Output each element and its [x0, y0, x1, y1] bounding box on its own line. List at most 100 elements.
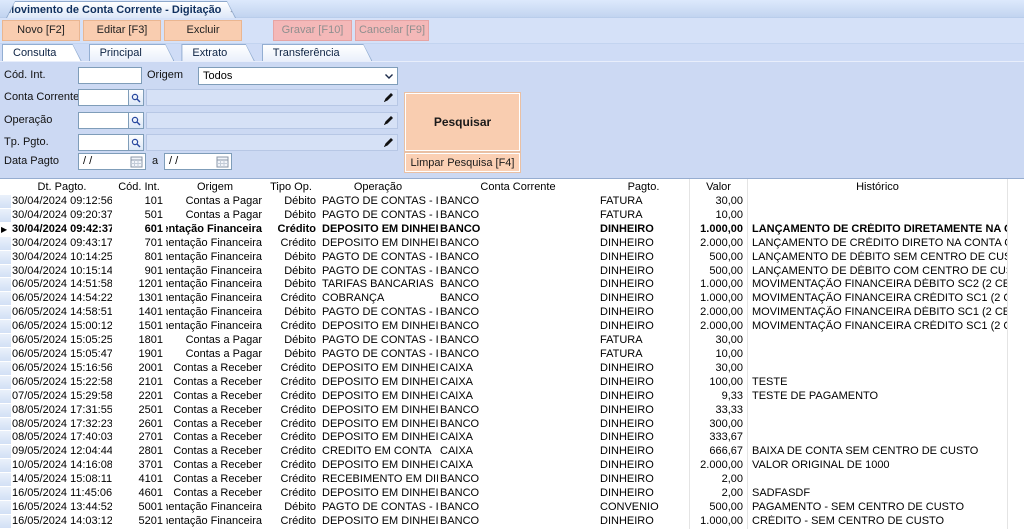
- row-selector[interactable]: [0, 515, 12, 529]
- row-selector[interactable]: [0, 418, 12, 432]
- tab-transferencia[interactable]: Transferência: [262, 44, 373, 61]
- grid-row[interactable]: 06/05/2024 15:00:121501Movimentação Fina…: [0, 320, 1024, 334]
- pencil-icon[interactable]: [382, 115, 394, 127]
- row-selector[interactable]: [0, 376, 12, 390]
- editar-button[interactable]: Editar [F3]: [83, 20, 161, 41]
- grid-cell-origem: Movimentação Financeira: [166, 278, 264, 292]
- grid-row[interactable]: 06/05/2024 15:05:471901Contas a PagarDéb…: [0, 348, 1024, 362]
- row-selector[interactable]: [0, 487, 12, 501]
- row-selector[interactable]: [0, 404, 12, 418]
- grid-row[interactable]: 06/05/2024 14:51:581201Movimentação Fina…: [0, 278, 1024, 292]
- calendar-icon[interactable]: [216, 155, 229, 168]
- grid-header-selector: [0, 179, 12, 195]
- grid-cell-tipo: Crédito: [264, 237, 318, 251]
- row-selector[interactable]: [0, 265, 12, 279]
- grid-row[interactable]: 30/04/2024 09:12:56101Contas a PagarDébi…: [0, 195, 1024, 209]
- grid-row[interactable]: 16/05/2024 14:03:125201Movimentação Fina…: [0, 515, 1024, 529]
- excluir-button[interactable]: Excluir: [164, 20, 242, 41]
- pesquisar-button[interactable]: Pesquisar: [405, 93, 520, 151]
- grid-cell-operacao: DEPOSITO EM DINHEIRO: [318, 376, 438, 390]
- data-pagto-from-input[interactable]: / /: [78, 153, 146, 170]
- row-selector[interactable]: [0, 292, 12, 306]
- row-selector[interactable]: [0, 473, 12, 487]
- grid-header-pagto[interactable]: Pagto.: [598, 179, 690, 195]
- row-selector[interactable]: [0, 195, 12, 209]
- grid-cell-operacao: RECEBIMENTO EM DINHEIRO: [318, 473, 438, 487]
- row-selector[interactable]: [0, 334, 12, 348]
- grid-header-cod[interactable]: Cód. Int.: [112, 179, 166, 195]
- tab-consulta[interactable]: Consulta: [2, 44, 82, 61]
- grid-row[interactable]: 06/05/2024 14:54:221301Movimentação Fina…: [0, 292, 1024, 306]
- grid-row[interactable]: 06/05/2024 15:22:582101Contas a ReceberC…: [0, 376, 1024, 390]
- grid-row[interactable]: ▶30/04/2024 09:42:37601Movimentação Fina…: [0, 223, 1024, 237]
- grid-header-conta[interactable]: Conta Corrente: [438, 179, 598, 195]
- row-selector[interactable]: [0, 459, 12, 473]
- grid-row[interactable]: 08/05/2024 17:31:552501Contas a ReceberC…: [0, 404, 1024, 418]
- limpar-pesquisa-button[interactable]: Limpar Pesquisa [F4]: [405, 153, 520, 172]
- tp-pgto-lookup-button[interactable]: [129, 134, 144, 151]
- grid-cell-conta: BANCO: [438, 515, 598, 529]
- row-selector[interactable]: [0, 278, 12, 292]
- grid-header-valor[interactable]: Valor: [690, 179, 748, 195]
- date-range-separator: a: [152, 153, 158, 170]
- grid-row[interactable]: 30/04/2024 09:43:17701Movimentação Finan…: [0, 237, 1024, 251]
- grid-header-historico[interactable]: Histórico: [748, 179, 1008, 195]
- grid-header-tipo[interactable]: Tipo Op.: [264, 179, 318, 195]
- row-selector[interactable]: [0, 251, 12, 265]
- date-from-value: / /: [83, 155, 92, 167]
- row-selector[interactable]: [0, 320, 12, 334]
- grid-cell-valor: 10,00: [690, 348, 748, 362]
- row-selector[interactable]: [0, 237, 12, 251]
- grid-cell-tipo: Débito: [264, 348, 318, 362]
- tab-principal[interactable]: Principal: [89, 44, 175, 61]
- row-selector[interactable]: [0, 306, 12, 320]
- row-selector[interactable]: [0, 390, 12, 404]
- tp-pgto-input[interactable]: [78, 134, 129, 151]
- operacao-input[interactable]: [78, 112, 129, 129]
- row-selector[interactable]: [0, 209, 12, 223]
- operacao-display: [146, 112, 398, 129]
- grid-row[interactable]: 16/05/2024 13:44:525001Movimentação Fina…: [0, 501, 1024, 515]
- row-selector[interactable]: [0, 431, 12, 445]
- grid-cell-cod: 801: [112, 251, 166, 265]
- grid-cell-dt: 08/05/2024 17:40:03: [12, 431, 112, 445]
- row-selector[interactable]: ▶: [0, 223, 12, 237]
- tab-extrato[interactable]: Extrato: [181, 44, 254, 61]
- grid-row[interactable]: 30/04/2024 09:20:37501Contas a PagarDébi…: [0, 209, 1024, 223]
- origem-select[interactable]: Todos: [198, 67, 398, 85]
- data-pagto-to-input[interactable]: / /: [164, 153, 232, 170]
- pencil-icon[interactable]: [382, 92, 394, 104]
- grid-header-operacao[interactable]: Operação: [318, 179, 438, 195]
- grid-cell-historico: [748, 431, 1008, 445]
- grid-row[interactable]: 09/05/2024 12:04:442801Contas a ReceberC…: [0, 445, 1024, 459]
- row-selector[interactable]: [0, 348, 12, 362]
- grid-row[interactable]: 08/05/2024 17:32:232601Contas a ReceberC…: [0, 418, 1024, 432]
- grid-row[interactable]: 06/05/2024 15:05:251801Contas a PagarDéb…: [0, 334, 1024, 348]
- row-selector[interactable]: [0, 501, 12, 515]
- cod-int-input[interactable]: [78, 67, 142, 84]
- conta-corrente-input[interactable]: [78, 89, 129, 106]
- grid-header-dt[interactable]: Dt. Pagto.: [12, 179, 112, 195]
- grid-row[interactable]: 16/05/2024 11:45:064601Contas a ReceberC…: [0, 487, 1024, 501]
- grid-header-origem[interactable]: Origem: [166, 179, 264, 195]
- grid-row[interactable]: 06/05/2024 15:16:562001Contas a ReceberC…: [0, 362, 1024, 376]
- novo-button[interactable]: Novo [F2]: [2, 20, 80, 41]
- grid-row[interactable]: 10/05/2024 14:16:083701Contas a ReceberC…: [0, 459, 1024, 473]
- grid-row[interactable]: 07/05/2024 15:29:582201Contas a ReceberC…: [0, 390, 1024, 404]
- grid-row[interactable]: 30/04/2024 10:14:25801Movimentação Finan…: [0, 251, 1024, 265]
- grid-row[interactable]: 14/05/2024 15:08:114101Contas a ReceberC…: [0, 473, 1024, 487]
- calendar-icon[interactable]: [130, 155, 143, 168]
- row-selector[interactable]: [0, 445, 12, 459]
- document-tab[interactable]: Movimento de Conta Corrente - Digitação …: [6, 1, 236, 18]
- grid-cell-pagto: DINHEIRO: [598, 265, 690, 279]
- pencil-icon[interactable]: [382, 137, 394, 149]
- close-icon[interactable]: ✕: [229, 5, 237, 16]
- gravar-button[interactable]: Gravar [F10]: [273, 20, 352, 41]
- cancelar-button[interactable]: Cancelar [F9]: [355, 20, 429, 41]
- grid-row[interactable]: 08/05/2024 17:40:032701Contas a ReceberC…: [0, 431, 1024, 445]
- operacao-lookup-button[interactable]: [129, 112, 144, 129]
- conta-corrente-lookup-button[interactable]: [129, 89, 144, 106]
- row-selector[interactable]: [0, 362, 12, 376]
- grid-row[interactable]: 30/04/2024 10:15:14901Movimentação Finan…: [0, 265, 1024, 279]
- grid-row[interactable]: 06/05/2024 14:58:511401Movimentação Fina…: [0, 306, 1024, 320]
